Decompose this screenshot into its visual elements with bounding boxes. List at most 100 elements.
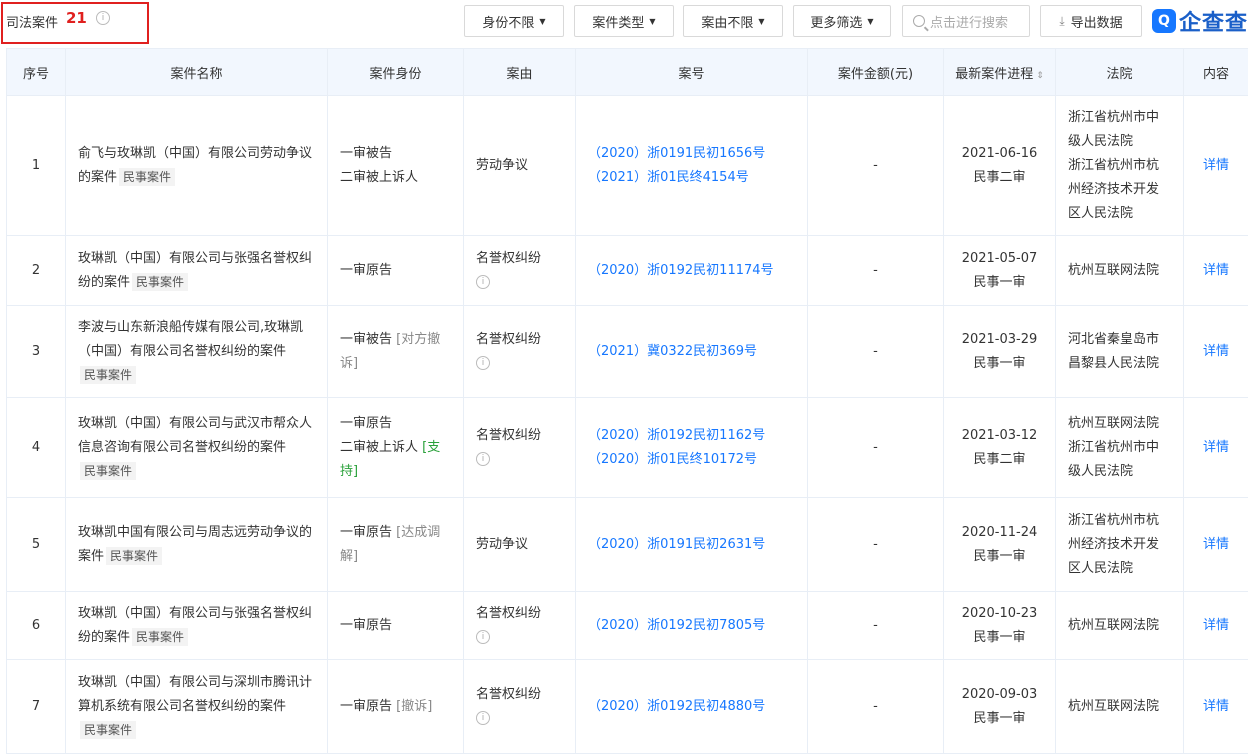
case-role: 二审被上诉人 [支持] <box>340 436 451 484</box>
case-cause-cell: 劳动争议 <box>463 95 576 236</box>
case-cause-cell: 名誉权纠纷 i <box>463 397 576 498</box>
case-cause: 劳动争议 <box>476 157 529 173</box>
caret-down-icon: ▼ <box>649 16 656 26</box>
case-name-cell: 玫琳凯（中国）有限公司与张强名誉权纠纷的案件 民事案件 <box>65 235 328 306</box>
info-icon[interactable]: i <box>96 11 110 25</box>
info-icon[interactable]: i <box>476 630 490 644</box>
filter-identity-label: 身份不限 <box>482 15 535 31</box>
more-filters-dropdown[interactable]: 更多筛选 ▼ <box>793 5 891 37</box>
progress-stage: 民事一审 <box>973 274 1026 290</box>
table-row: 1 俞飞与玫琳凯（中国）有限公司劳动争议的案件 民事案件 一审被告 二审被上诉人 劳动争议… <box>6 95 1248 236</box>
info-icon[interactable]: i <box>476 275 490 289</box>
case-name[interactable]: 玫琳凯（中国）有限公司与武汉市帮众人信息咨询有限公司名誉权纠纷的案件 <box>78 416 312 455</box>
latest-progress-cell: 2021-03-29 民事一审 <box>943 305 1056 398</box>
col-header-index: 序号 <box>6 48 66 96</box>
detail-link[interactable]: 详情 <box>1203 618 1229 633</box>
detail-cell: 详情 <box>1183 305 1248 398</box>
case-number-link[interactable]: （2021）浙01民终4154号 <box>588 166 795 190</box>
case-amount: - <box>807 397 944 498</box>
latest-progress-cell: 2021-05-07 民事一审 <box>943 235 1056 306</box>
case-cause-cell: 劳动争议 <box>463 497 576 592</box>
case-type-tag: 民事案件 <box>80 365 137 384</box>
case-role-cell: 一审原告 [达成调解] <box>327 497 464 592</box>
case-name[interactable]: 玫琳凯（中国）有限公司与深圳市腾讯计算机系统有限公司名誉权纠纷的案件 <box>78 675 312 714</box>
info-icon[interactable]: i <box>476 356 490 370</box>
detail-link[interactable]: 详情 <box>1203 344 1229 359</box>
table-row: 4 玫琳凯（中国）有限公司与武汉市帮众人信息咨询有限公司名誉权纠纷的案件民事案件一… <box>6 397 1248 498</box>
info-icon[interactable]: i <box>476 452 490 466</box>
search-placeholder: 点击进行搜索 <box>930 15 1009 31</box>
case-role-text: 一审原告 <box>340 415 393 431</box>
court-name: 浙江省杭州市杭州经济技术开发区人民法院 <box>1068 512 1160 576</box>
progress-date: 2020-09-03 <box>961 686 1038 702</box>
detail-link[interactable]: 详情 <box>1203 537 1229 552</box>
info-icon[interactable]: i <box>476 711 490 725</box>
case-role-cell: 一审被告二审被上诉人 <box>327 95 464 236</box>
detail-cell: 详情 <box>1183 659 1248 754</box>
col-header-content: 内容 <box>1183 48 1248 96</box>
filter-case-type-dropdown[interactable]: 案件类型 ▼ <box>574 5 674 37</box>
table-row: 3 李波与山东新浪船传媒有限公司,玫琳凯（中国）有限公司名誉权纠纷的案件民事案件一… <box>6 305 1248 398</box>
case-role: 一审原告 [撤诉] <box>340 695 451 719</box>
detail-cell: 详情 <box>1183 95 1248 236</box>
search-input[interactable]: 点击进行搜索 <box>902 5 1030 37</box>
court-name: 浙江省杭州市杭州经济技术开发区人民法院 <box>1068 157 1160 221</box>
row-index: 6 <box>6 591 66 660</box>
progress-date: 2021-06-16 <box>961 145 1038 161</box>
export-label: 导出数据 <box>1070 15 1123 31</box>
case-table: 序号 案件名称 案件身份 案由 案号 案件金额(元) 最新案件进程 ⇕ 法院 内容… <box>6 48 1248 754</box>
case-number-link[interactable]: （2020）浙0191民初2631号 <box>588 533 795 557</box>
filter-cause-label: 案由不限 <box>701 15 754 31</box>
case-number-link[interactable]: （2020）浙0191民初1656号 <box>588 142 795 166</box>
case-name[interactable]: 李波与山东新浪船传媒有限公司,玫琳凯（中国）有限公司名誉权纠纷的案件 <box>78 320 303 359</box>
col-header-case-name: 案件名称 <box>65 48 328 96</box>
court-name: 浙江省杭州市中级人民法院 <box>1068 439 1160 479</box>
court-cell: 河北省秦皇岛市昌黎县人民法院 <box>1055 305 1184 398</box>
filter-identity-dropdown[interactable]: 身份不限 ▼ <box>464 5 564 37</box>
col-header-role: 案件身份 <box>327 48 464 96</box>
case-name[interactable]: 玫琳凯（中国）有限公司与张强名誉权纠纷的案件 <box>78 251 312 290</box>
case-amount: - <box>807 235 944 306</box>
case-name-cell: 玫琳凯（中国）有限公司与武汉市帮众人信息咨询有限公司名誉权纠纷的案件民事案件 <box>65 397 328 498</box>
case-role: 一审被告 <box>340 142 451 166</box>
detail-link[interactable]: 详情 <box>1203 158 1229 173</box>
page-title: 司法案件 <box>6 16 59 31</box>
case-type-tag: 民事案件 <box>119 167 176 186</box>
more-filters-label: 更多筛选 <box>810 15 863 31</box>
case-number-link[interactable]: （2020）浙0192民初1162号 <box>588 424 795 448</box>
court-cell: 杭州互联网法院 <box>1055 235 1184 306</box>
case-number-link[interactable]: （2020）浙0192民初11174号 <box>588 259 795 283</box>
case-name[interactable]: 俞飞与玫琳凯（中国）有限公司劳动争议的案件 <box>78 146 312 185</box>
case-cause: 名誉权纠纷 <box>476 686 542 702</box>
case-number-link[interactable]: （2020）浙0192民初7805号 <box>588 614 795 638</box>
col-header-court: 法院 <box>1055 48 1184 96</box>
detail-link[interactable]: 详情 <box>1203 440 1229 455</box>
progress-stage: 民事二审 <box>973 451 1026 467</box>
case-role: 一审原告 <box>340 614 451 638</box>
filter-cause-dropdown[interactable]: 案由不限 ▼ <box>683 5 783 37</box>
table-row: 5 玫琳凯中国有限公司与周志远劳动争议的案件 民事案件 一审原告 [达成调解] 劳动争议… <box>6 497 1248 592</box>
case-amount: - <box>807 497 944 592</box>
case-role-cell: 一审被告 [对方撤诉] <box>327 305 464 398</box>
caret-down-icon: ▼ <box>758 16 765 26</box>
detail-cell: 详情 <box>1183 591 1248 660</box>
col-header-latest-progress[interactable]: 最新案件进程 ⇕ <box>943 48 1056 96</box>
detail-link[interactable]: 详情 <box>1203 699 1229 714</box>
case-name[interactable]: 玫琳凯（中国）有限公司与张强名誉权纠纷的案件 <box>78 606 312 645</box>
sort-icon[interactable]: ⇕ <box>1036 71 1044 81</box>
court-name: 杭州互联网法院 <box>1068 698 1160 714</box>
case-number-link[interactable]: （2020）浙01民终10172号 <box>588 448 795 472</box>
case-name-cell: 玫琳凯中国有限公司与周志远劳动争议的案件 民事案件 <box>65 497 328 592</box>
table-header-row: 序号 案件名称 案件身份 案由 案号 案件金额(元) 最新案件进程 ⇕ 法院 内容 <box>6 48 1248 96</box>
case-number-cell: （2020）浙0192民初1162号 （2020）浙01民终10172号 <box>575 397 808 498</box>
case-number-link[interactable]: （2020）浙0192民初4880号 <box>588 695 795 719</box>
case-role-text: 一审被告 <box>340 145 393 161</box>
case-role-text: 二审被上诉人 <box>340 169 419 185</box>
case-name-cell: 玫琳凯（中国）有限公司与张强名誉权纠纷的案件 民事案件 <box>65 591 328 660</box>
case-cause-cell: 名誉权纠纷 i <box>463 235 576 306</box>
toolbar: 司法案件 21 i 身份不限 ▼ 案件类型 ▼ 案由不限 ▼ 更多筛选 ▼ 点击… <box>0 0 1248 46</box>
case-number-link[interactable]: （2021）冀0322民初369号 <box>588 340 795 364</box>
case-role-cell: 一审原告 [撤诉] <box>327 659 464 754</box>
detail-link[interactable]: 详情 <box>1203 263 1229 278</box>
export-data-button[interactable]: ⤓ 导出数据 <box>1040 5 1142 37</box>
